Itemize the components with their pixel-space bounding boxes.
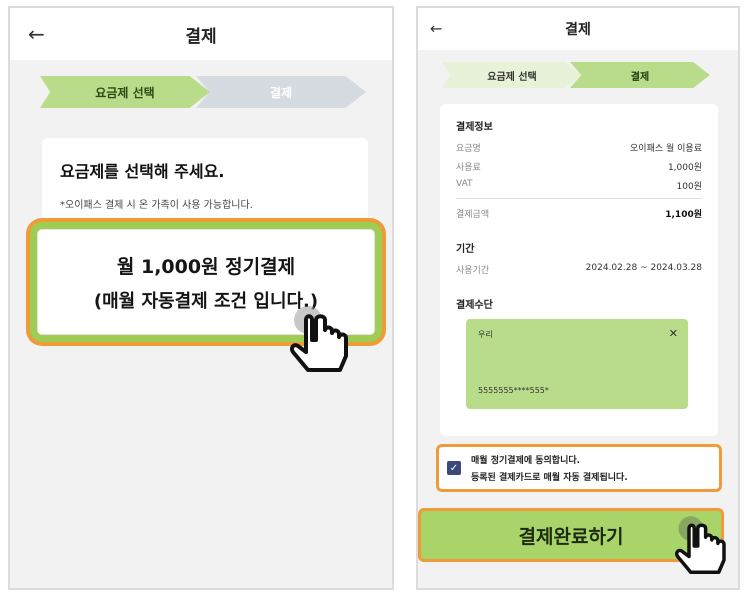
info-label: 요금명 [456, 144, 481, 154]
period-title: 기간 [456, 244, 475, 255]
card-bank-name: 우리 [478, 330, 493, 339]
info-row-fee: 사용료 1,000원 [456, 160, 702, 173]
plan-selection-screen: ← 결제 요금제 선택 결제 요금제를 선택해 주세요. *오이패스 결제 시 … [8, 6, 394, 590]
payment-method-title: 결제수단 [456, 300, 493, 311]
info-row-vat: VAT 100원 [456, 179, 702, 192]
info-label: VAT [456, 179, 473, 189]
payment-screen: ← 결제 요금제 선택 결제 결제정보 요금명 오이패스 월 이용료 사용료 1… [416, 6, 740, 590]
payment-info-title: 결제정보 [456, 122, 493, 133]
info-row-plan: 요금명 오이패스 월 이용료 [456, 141, 702, 154]
agree-line-2: 등록된 결제카드로 매월 자동 결제됩니다. [471, 473, 628, 483]
divider [456, 198, 702, 199]
card-number: 5555555****555* [478, 386, 549, 395]
top-bar: ← 결제 [418, 8, 738, 50]
hand-pointer-icon [674, 516, 726, 574]
step-indicator: 요금제 선택 결제 [40, 76, 366, 108]
back-arrow-icon[interactable]: ← [28, 24, 45, 44]
plan-option-price: 월 1,000원 정기결제 [116, 255, 296, 278]
period-label: 사용기간 [456, 266, 490, 276]
total-value: 1,100원 [665, 210, 702, 220]
period-row: 사용기간 2024.02.28 ~ 2024.03.28 [456, 263, 702, 276]
back-arrow-icon[interactable]: ← [430, 21, 443, 37]
agree-checkbox[interactable]: ✓ [447, 461, 461, 475]
agreement-box[interactable]: ✓ 매월 정기결제에 동의합니다. 등록된 결제카드로 매월 자동 결제됩니다. [436, 444, 722, 492]
close-icon[interactable]: ✕ [669, 327, 678, 340]
info-value: 오이패스 월 이용료 [630, 144, 702, 154]
step-indicator: 요금제 선택 결제 [442, 62, 710, 88]
top-bar: ← 결제 [10, 8, 392, 60]
step-payment: 결제 [196, 76, 366, 108]
payment-details-card: 결제정보 요금명 오이패스 월 이용료 사용료 1,000원 VAT 100원 … [440, 104, 718, 436]
agreement-text: 매월 정기결제에 동의합니다. 등록된 결제카드로 매월 자동 결제됩니다. [471, 453, 628, 483]
page-title: 결제 [185, 26, 217, 47]
step-plan-select: 요금제 선택 [442, 62, 582, 88]
plan-note: *오이패스 결제 시 온 가족이 사용 가능합니다. [60, 200, 253, 211]
total-label: 결제금액 [456, 210, 490, 220]
info-value: 100원 [676, 182, 702, 192]
plan-heading: 요금제를 선택해 주세요. [60, 162, 225, 181]
payment-card[interactable]: 우리 ✕ 5555555****555* [466, 319, 688, 409]
step-plan-select: 요금제 선택 [40, 76, 210, 108]
agree-line-1: 매월 정기결제에 동의합니다. [471, 456, 581, 466]
info-label: 사용료 [456, 163, 481, 173]
info-value: 1,000원 [667, 163, 702, 173]
page-title: 결제 [565, 22, 591, 38]
step-payment: 결제 [570, 62, 710, 88]
hand-pointer-icon [289, 306, 348, 372]
info-row-total: 결제금액 1,100원 [456, 207, 702, 220]
period-value: 2024.02.28 ~ 2024.03.28 [585, 263, 702, 273]
